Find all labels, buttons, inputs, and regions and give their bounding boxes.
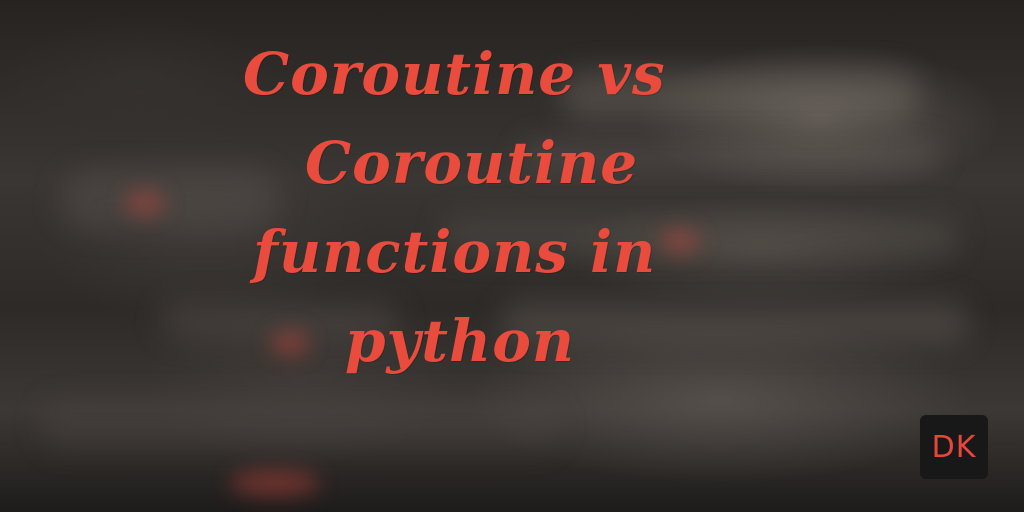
title-line-4: python (345, 307, 576, 375)
title-line-3: functions in (253, 218, 657, 286)
blurred-background-line (40, 400, 560, 450)
blurred-red-highlight (230, 470, 320, 496)
banner-title: Coroutine vs Coroutine functions in pyth… (235, 30, 755, 386)
dk-logo: DK (920, 415, 988, 479)
blurred-red-highlight (125, 190, 165, 216)
title-line-1: Coroutine vs (243, 40, 666, 108)
title-line-2: Coroutine (305, 129, 639, 197)
logo-text: DK (931, 429, 977, 465)
banner: Coroutine vs Coroutine functions in pyth… (0, 0, 1024, 512)
